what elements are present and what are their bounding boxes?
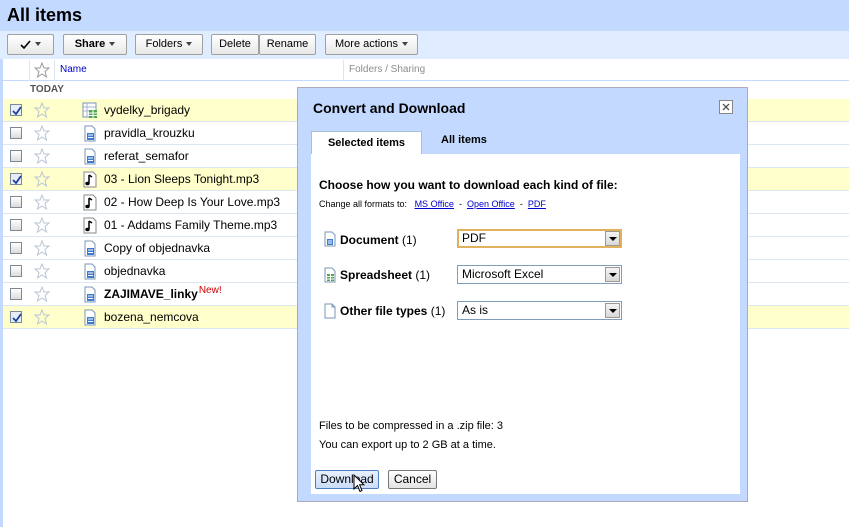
spreadsheet-icon	[82, 102, 98, 122]
row-checkbox[interactable]	[10, 288, 22, 300]
music-file-icon	[82, 217, 98, 237]
document-icon	[82, 125, 98, 145]
star-icon[interactable]	[34, 62, 50, 78]
file-name-link[interactable]: 01 - Addams Family Theme.mp3	[104, 218, 277, 232]
dialog-tabs: Selected items All items	[311, 130, 740, 156]
file-name-link[interactable]: referat_semafor	[104, 149, 189, 163]
row-checkbox[interactable]	[10, 173, 22, 185]
pdf-link[interactable]: PDF	[528, 199, 546, 209]
file-icon	[324, 303, 336, 319]
star-icon[interactable]	[33, 285, 51, 305]
star-icon[interactable]	[33, 147, 51, 167]
spreadsheet-icon	[324, 267, 336, 283]
chevron-down-icon	[186, 42, 193, 47]
name-column-header[interactable]: Name	[60, 64, 87, 75]
star-icon[interactable]	[33, 124, 51, 144]
row-checkbox[interactable]	[10, 150, 22, 162]
tab-all-items[interactable]: All items	[441, 134, 487, 146]
row-checkbox[interactable]	[10, 311, 22, 323]
file-name-link[interactable]: vydelky_brigady	[104, 103, 190, 117]
more-actions-button[interactable]: More actions	[325, 34, 418, 55]
music-file-icon	[82, 194, 98, 214]
row-checkbox[interactable]	[10, 242, 22, 254]
star-icon[interactable]	[33, 308, 51, 328]
spreadsheet-format-select[interactable]: Microsoft Excel	[457, 265, 622, 284]
row-checkbox[interactable]	[10, 265, 22, 277]
spreadsheet-type-label: Spreadsheet (1)	[340, 268, 431, 282]
dialog-heading: Choose how you want to download each kin…	[319, 178, 618, 192]
tab-selected-items[interactable]: Selected items	[311, 131, 422, 156]
document-icon	[82, 309, 98, 329]
new-badge: New!	[198, 285, 222, 296]
document-type-label: Document (1)	[340, 233, 417, 247]
file-name-link[interactable]: objednavka	[104, 264, 165, 278]
dialog-footer: Download Cancel	[311, 457, 740, 493]
document-icon	[82, 263, 98, 283]
share-button[interactable]: Share	[63, 34, 127, 55]
dialog-body: Choose how you want to download each kin…	[311, 154, 740, 494]
document-icon	[82, 148, 98, 168]
other-type-label: Other file types (1)	[340, 304, 446, 318]
select-dropdown-button[interactable]	[7, 34, 54, 55]
chevron-down-icon	[109, 42, 116, 47]
star-icon[interactable]	[33, 193, 51, 213]
document-icon	[82, 286, 98, 306]
row-checkbox[interactable]	[10, 219, 22, 231]
checkmark-icon	[20, 40, 31, 49]
star-icon[interactable]	[33, 239, 51, 259]
list-header: Name Folders / Sharing	[3, 60, 849, 81]
file-name-link[interactable]: 02 - How Deep Is Your Love.mp3	[104, 195, 280, 209]
chevron-down-icon	[35, 42, 41, 47]
folders-button[interactable]: Folders	[135, 34, 203, 55]
page-header: All items	[0, 0, 849, 31]
close-button[interactable]	[719, 100, 733, 114]
delete-button[interactable]: Delete	[211, 34, 259, 55]
mouse-cursor-icon	[353, 474, 365, 493]
limit-note: You can export up to 2 GB at a time.	[319, 439, 496, 451]
star-icon[interactable]	[33, 216, 51, 236]
group-label: TODAY	[30, 84, 64, 95]
close-icon	[722, 103, 730, 111]
convert-download-dialog: Convert and Download Selected items All …	[297, 87, 748, 502]
star-icon[interactable]	[33, 101, 51, 121]
document-icon	[324, 231, 336, 247]
row-checkbox[interactable]	[10, 196, 22, 208]
star-icon[interactable]	[33, 262, 51, 282]
cancel-button[interactable]: Cancel	[388, 470, 437, 489]
change-all-formats: Change all formats to: MS Office - Open …	[319, 199, 546, 209]
compress-note: Files to be compressed in a .zip file: 3	[319, 420, 504, 432]
toolbar: Share Folders Delete Rename More actions	[0, 31, 849, 59]
rename-button[interactable]: Rename	[259, 34, 316, 55]
star-icon[interactable]	[33, 170, 51, 190]
download-button[interactable]: Download	[315, 470, 379, 489]
file-name-link[interactable]: 03 - Lion Sleeps Tonight.mp3	[104, 172, 259, 186]
ms-office-link[interactable]: MS Office	[415, 199, 454, 209]
chevron-down-icon	[401, 42, 408, 47]
page-title: All items	[7, 5, 83, 25]
file-name-link[interactable]: pravidla_krouzku	[104, 126, 195, 140]
file-name-link[interactable]: Copy of objednavka	[104, 241, 210, 255]
music-file-icon	[82, 171, 98, 191]
chevron-down-icon	[605, 303, 620, 318]
row-checkbox[interactable]	[10, 127, 22, 139]
chevron-down-icon	[605, 267, 620, 282]
folders-column-header: Folders / Sharing	[349, 64, 426, 75]
chevron-down-icon	[605, 231, 620, 246]
other-format-select[interactable]: As is	[457, 301, 622, 320]
row-checkbox[interactable]	[10, 104, 22, 116]
document-format-select[interactable]: PDF	[457, 229, 622, 248]
open-office-link[interactable]: Open Office	[467, 199, 515, 209]
file-name-link[interactable]: bozena_nemcova	[104, 310, 199, 324]
document-icon	[82, 240, 98, 260]
dialog-title: Convert and Download	[313, 100, 466, 116]
file-name-link[interactable]: ZAJIMAVE_linkyNew!	[104, 285, 222, 301]
